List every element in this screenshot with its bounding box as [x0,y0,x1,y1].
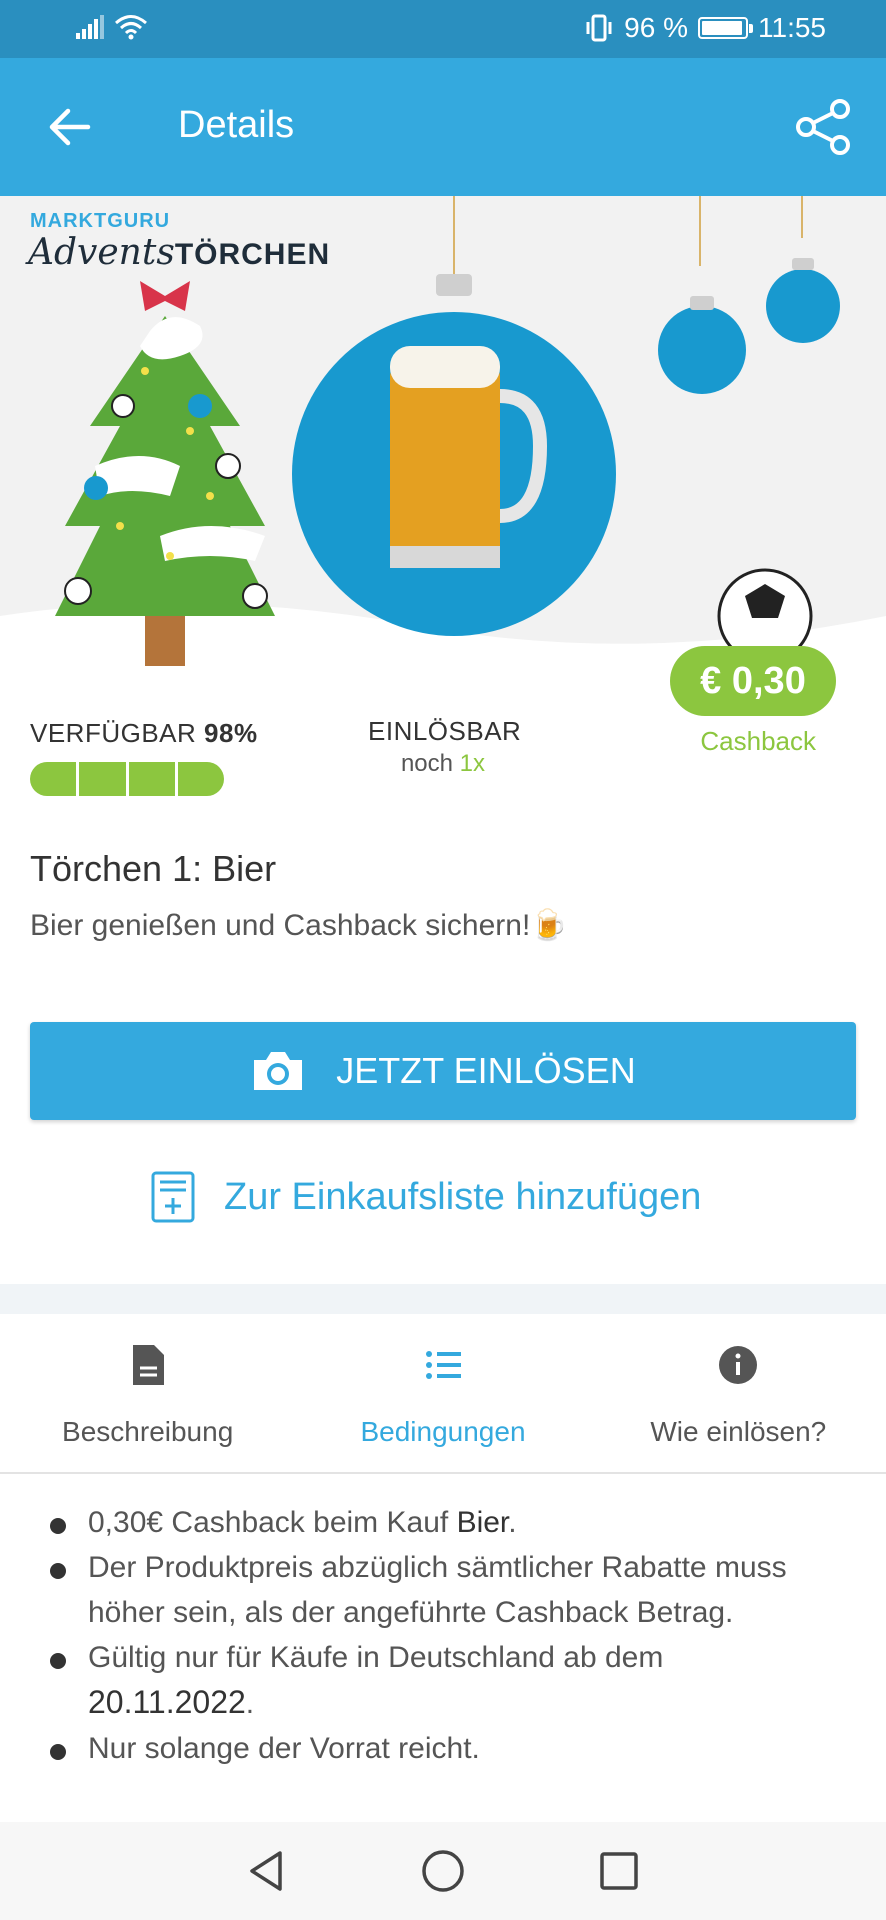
redeemable-times: 1x [459,750,486,777]
page-title: Details [178,104,295,146]
vibrate-icon [586,14,612,42]
condition-item: Gültig nur für Käufe in Deutschland ab d… [0,1635,886,1726]
detail-tabs: Beschreibung Bedingungen Wie einlösen? [0,1314,886,1474]
camera-icon [254,1052,303,1090]
brand-bold: TÖRCHEN [174,238,331,271]
condition-product: Bier [456,1506,509,1539]
nav-back-icon[interactable] [244,1848,290,1894]
condition-period: . [245,1687,255,1720]
document-icon [132,1345,164,1385]
info-icon [719,1346,758,1384]
condition-date: 20.11.2022 [88,1684,246,1720]
condition-item: 0,30€ Cashback beim Kauf Bier. [0,1500,886,1545]
cashback-label: Cashback [700,726,816,756]
section-divider [0,1284,886,1314]
availability-progress-bar [30,762,224,796]
nav-recents-icon[interactable] [596,1848,642,1894]
condition-item: Der Produktpreis abzüglich sämtlicher Ra… [0,1545,886,1635]
cashback-amount-badge: € 0,30 [670,646,836,716]
brand-title: AdventsTÖRCHEN [28,232,330,273]
condition-period: . [508,1506,517,1539]
tab-wie-einloesen[interactable]: Wie einlösen? [591,1314,886,1472]
availability-text: VERFÜGBAR [30,718,197,748]
redeemable-label: EINLÖSBAR [368,716,522,746]
wifi-icon [115,15,147,40]
condition-text: Gültig nur für Käufe in Deutschland ab d… [88,1641,664,1674]
tab-bedingungen-label: Bedingungen [360,1416,526,1447]
conditions-list: 0,30€ Cashback beim Kauf Bier. Der Produ… [0,1500,886,1771]
battery-percent: 96 % [624,12,688,43]
back-arrow-icon[interactable] [44,102,94,152]
availability-label: VERFÜGBAR 98% [30,718,258,749]
tab-beschreibung-label: Beschreibung [62,1416,234,1447]
hero-banner: MARKTGURU AdventsTÖRCHEN [0,196,886,692]
offer-description: Bier genießen und Cashback sichern!🍺 [30,909,568,942]
redeemable-prefix: noch [400,750,453,777]
tab-bedingungen[interactable]: Bedingungen [295,1314,590,1472]
battery-icon [698,17,753,39]
list-icon [425,1351,461,1379]
redeem-now-label: JETZT EINLÖSEN [336,1050,636,1091]
system-nav-bar [0,1822,886,1920]
condition-text: 0,30€ Cashback beim Kauf [88,1506,457,1539]
tab-wie-einloesen-label: Wie einlösen? [650,1416,827,1447]
signal-icon [76,15,104,39]
shopping-list-add-icon [151,1171,195,1223]
status-bar: 96 % 11:55 [0,0,886,58]
redeemable-count: noch 1x [368,750,518,778]
availability-value: 98% [204,718,258,748]
brand-script: Advents [28,232,175,273]
redeem-now-button[interactable]: JETZT EINLÖSEN [30,1022,856,1120]
brand-small: MARKTGURU [30,210,171,232]
add-to-shopping-list-link[interactable]: Zur Einkaufsliste hinzufügen [150,1170,701,1224]
app-bar: Details [0,58,886,196]
condition-item: Nur solange der Vorrat reicht. [0,1726,886,1771]
clock: 11:55 [758,12,826,43]
offer-title: Törchen 1: Bier [30,848,277,889]
tab-beschreibung[interactable]: Beschreibung [0,1314,295,1472]
nav-home-icon[interactable] [420,1848,466,1894]
add-to-list-label: Zur Einkaufsliste hinzufügen [224,1175,702,1218]
share-icon[interactable] [794,98,852,156]
